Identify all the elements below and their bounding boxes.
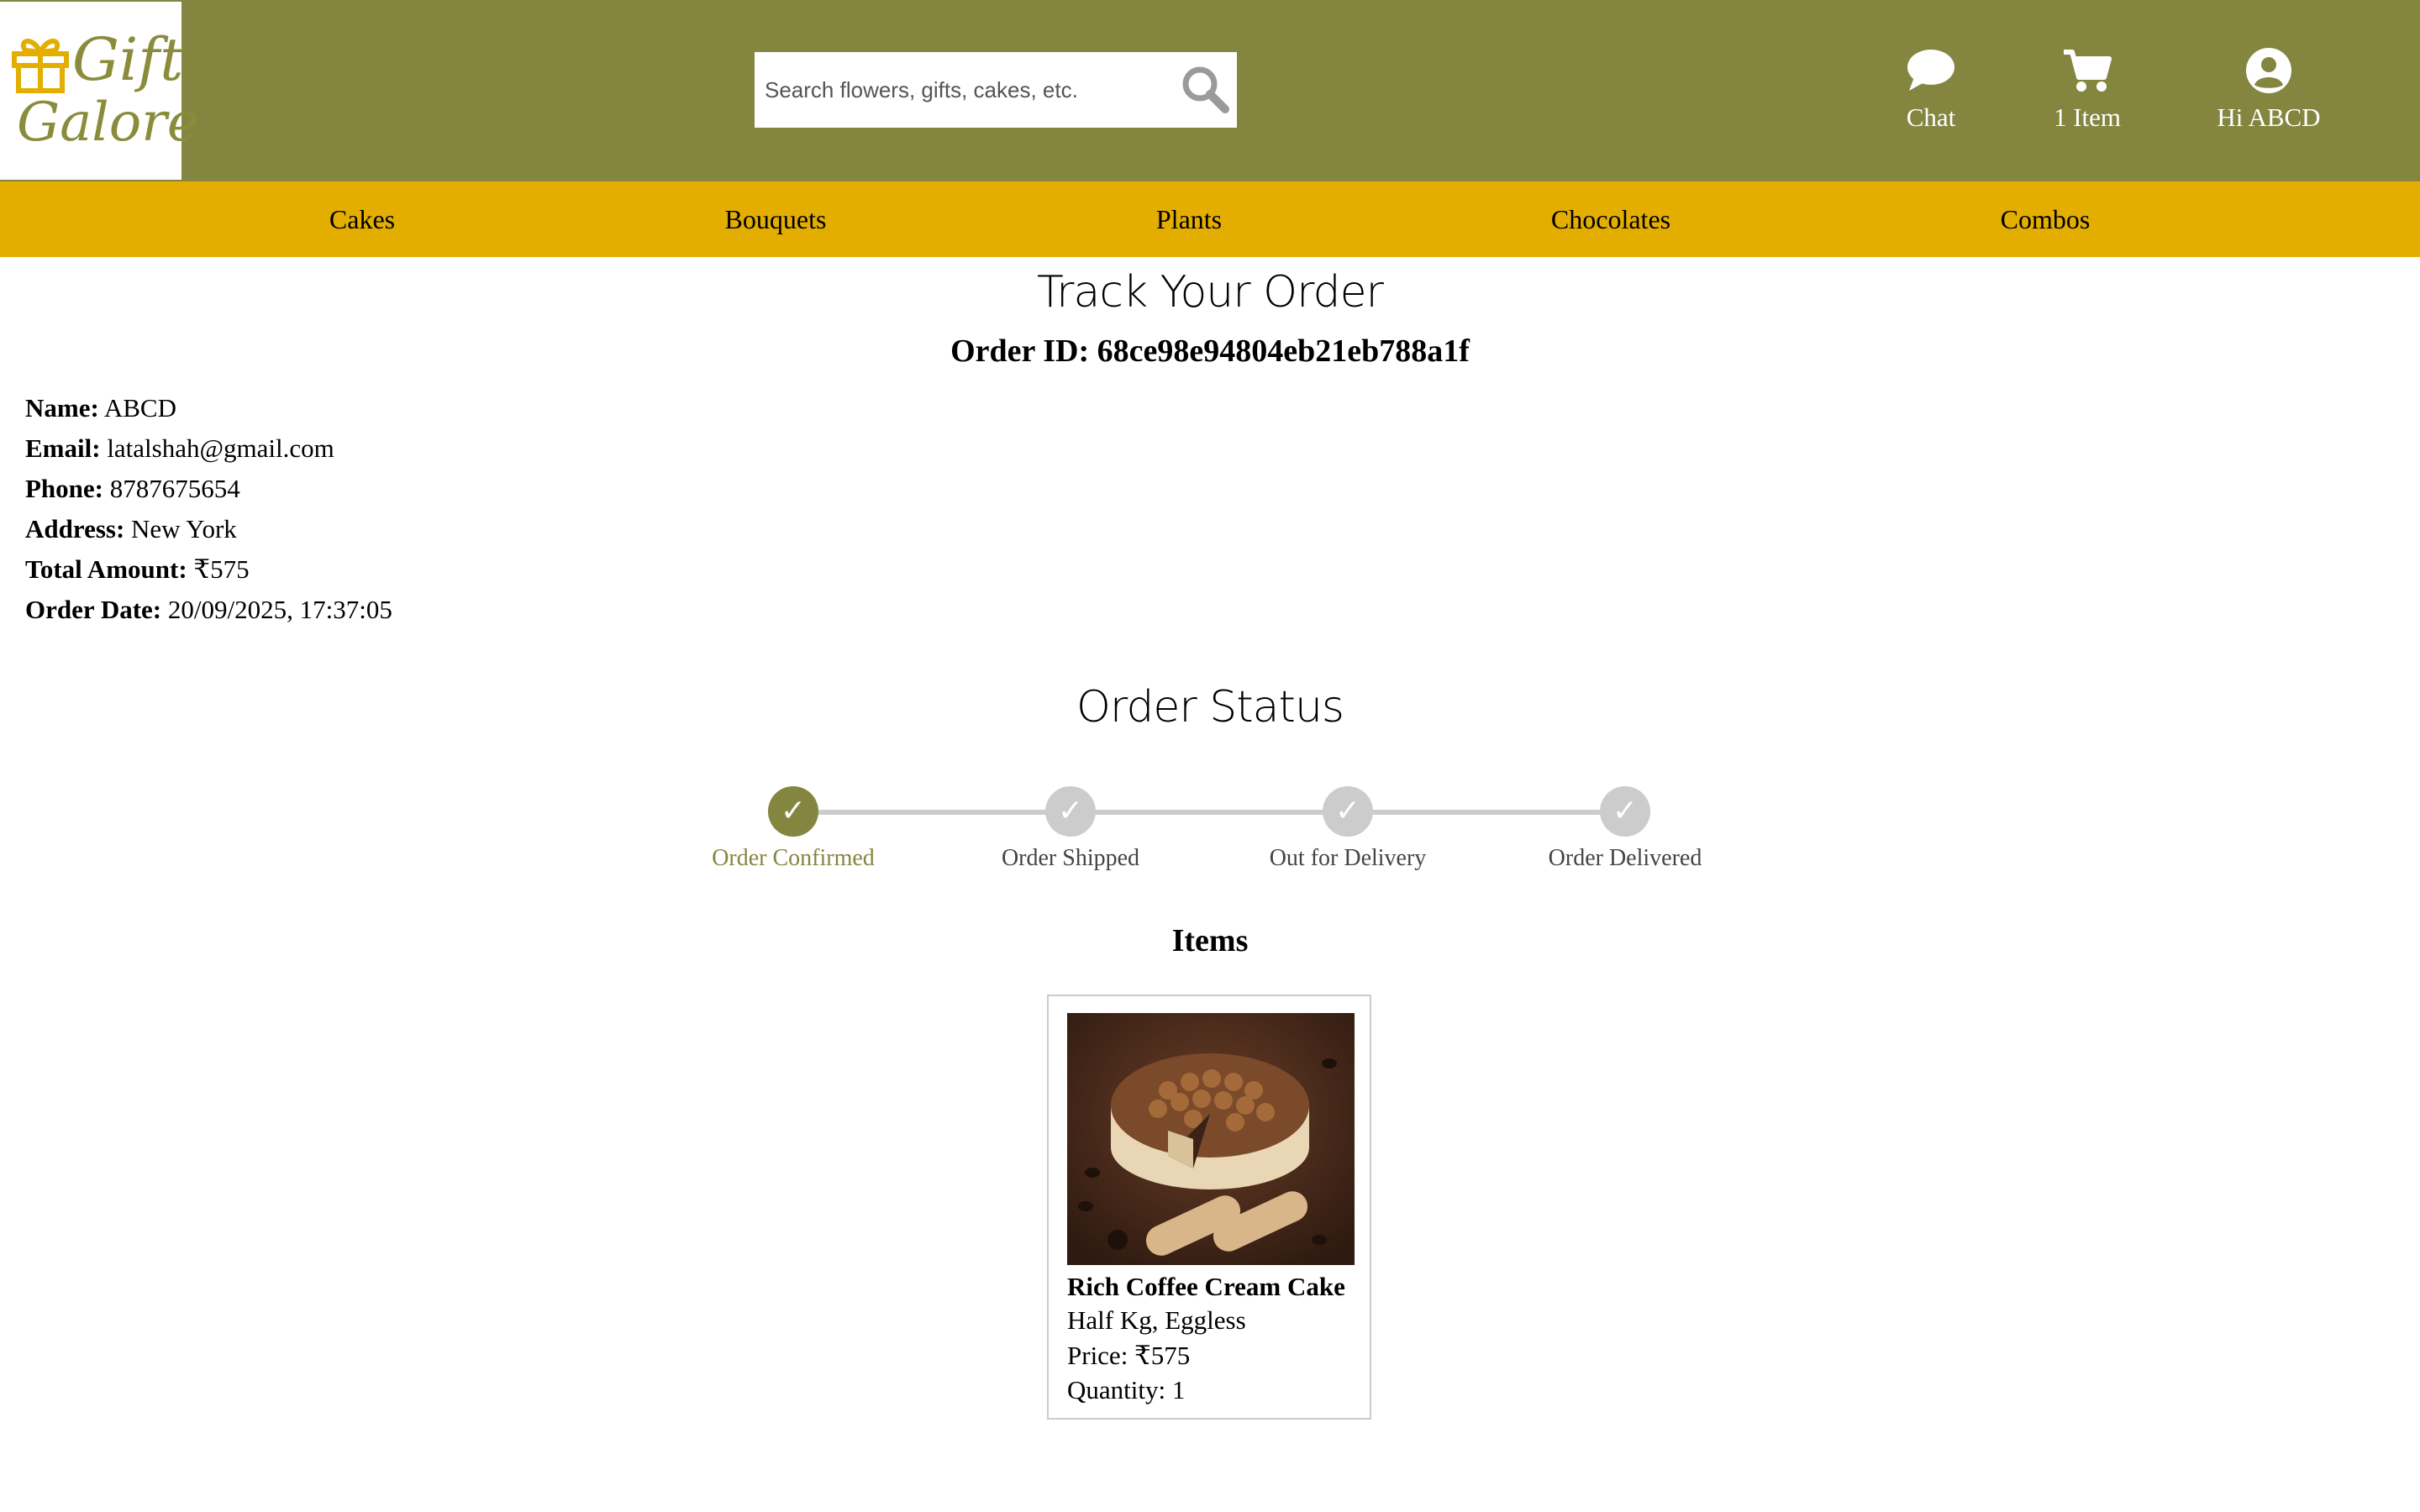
email-label: Email: [25, 433, 101, 463]
account-button[interactable]: Hi ABCD [2202, 47, 2336, 139]
step-check-icon-out-for-delivery: ✓ [1323, 786, 1373, 837]
order-status-title: Order Status [1076, 682, 1344, 732]
step-label-confirmed: Order Confirmed [712, 845, 875, 871]
info-row-date: Order Date: 20/09/2025, 17:37:05 [25, 590, 392, 630]
name-value: ABCD [103, 393, 176, 423]
info-row-total: Total Amount: ₹575 [25, 549, 392, 590]
address-value: New York [131, 514, 237, 543]
info-row-phone: Phone: 8787675654 [25, 469, 392, 509]
phone-label: Phone: [25, 474, 103, 503]
logo-text-galore: Galore [17, 92, 199, 154]
item-name: Rich Coffee Cream Cake [1067, 1272, 1345, 1301]
product-image [1067, 1013, 1355, 1265]
info-row-email: Email: latalshah@gmail.com [25, 428, 392, 469]
order-id-line: Order ID: 68ce98e94804eb21eb788a1f [0, 333, 2420, 370]
user-circle-icon [2246, 48, 2291, 93]
category-plants[interactable]: Plants [1156, 181, 1222, 257]
category-bouquets[interactable]: Bouquets [725, 181, 827, 257]
item-quantity: Quantity: 1 [1067, 1375, 1186, 1404]
order-id-label: Order ID: [950, 333, 1090, 369]
category-nav: Cakes Bouquets Plants Chocolates Combos [0, 181, 2420, 257]
category-combos[interactable]: Combos [2001, 181, 2091, 257]
user-greeting: Hi ABCD [2217, 102, 2321, 132]
step-check-icon-confirmed: ✓ [768, 786, 818, 837]
cart-icon [2064, 50, 2112, 92]
order-status-tracker: ✓ ✓ ✓ ✓ Order Confirmed Order Shipped Ou… [0, 781, 2420, 882]
category-cakes[interactable]: Cakes [329, 181, 395, 257]
item-price: Price: ₹575 [1067, 1341, 1191, 1370]
page-title: Track Your Order [1037, 267, 1384, 318]
total-value: ₹575 [193, 554, 250, 584]
info-row-name: Name: ABCD [25, 388, 392, 428]
name-label: Name: [25, 393, 99, 423]
site-logo[interactable]: Gift Galore [0, 2, 199, 180]
date-label: Order Date: [25, 595, 162, 624]
search-bar [755, 52, 1237, 128]
search-icon[interactable] [1180, 64, 1230, 114]
address-label: Address: [25, 514, 125, 543]
chat-button[interactable]: Chat [1889, 47, 1973, 139]
category-chocolates[interactable]: Chocolates [1551, 181, 1670, 257]
info-row-address: Address: New York [25, 509, 392, 549]
step-label-out-for-delivery: Out for Delivery [1269, 845, 1427, 871]
cart-label: 1 Item [2053, 102, 2122, 132]
step-label-shipped: Order Shipped [1001, 845, 1140, 871]
total-label: Total Amount: [25, 554, 187, 584]
tracker-line [793, 810, 1634, 815]
step-check-icon-shipped: ✓ [1045, 786, 1096, 837]
logo-text-gift: Gift [72, 25, 184, 94]
site-header: Gift Galore Chat 1 Item [0, 0, 2420, 181]
items-title: Items [1171, 923, 1249, 958]
order-id-value: 68ce98e94804eb21eb788a1f [1097, 333, 1470, 369]
chat-label: Chat [1906, 102, 1956, 132]
customer-info: Name: ABCD Email: latalshah@gmail.com Ph… [25, 388, 392, 630]
chat-bubble-icon [1907, 50, 1954, 91]
gift-box-icon [12, 39, 69, 93]
search-input[interactable] [755, 52, 1150, 128]
item-variant: Half Kg, Eggless [1067, 1305, 1246, 1335]
date-value: 20/09/2025, 17:37:05 [167, 595, 392, 624]
step-check-icon-delivered: ✓ [1600, 786, 1650, 837]
email-value: latalshah@gmail.com [107, 433, 334, 463]
phone-value: 8787675654 [109, 474, 240, 503]
cart-button[interactable]: 1 Item [2037, 47, 2138, 139]
order-item-card[interactable]: Rich Coffee Cream Cake Half Kg, Eggless … [1047, 995, 1371, 1420]
step-label-delivered: Order Delivered [1548, 845, 1702, 871]
